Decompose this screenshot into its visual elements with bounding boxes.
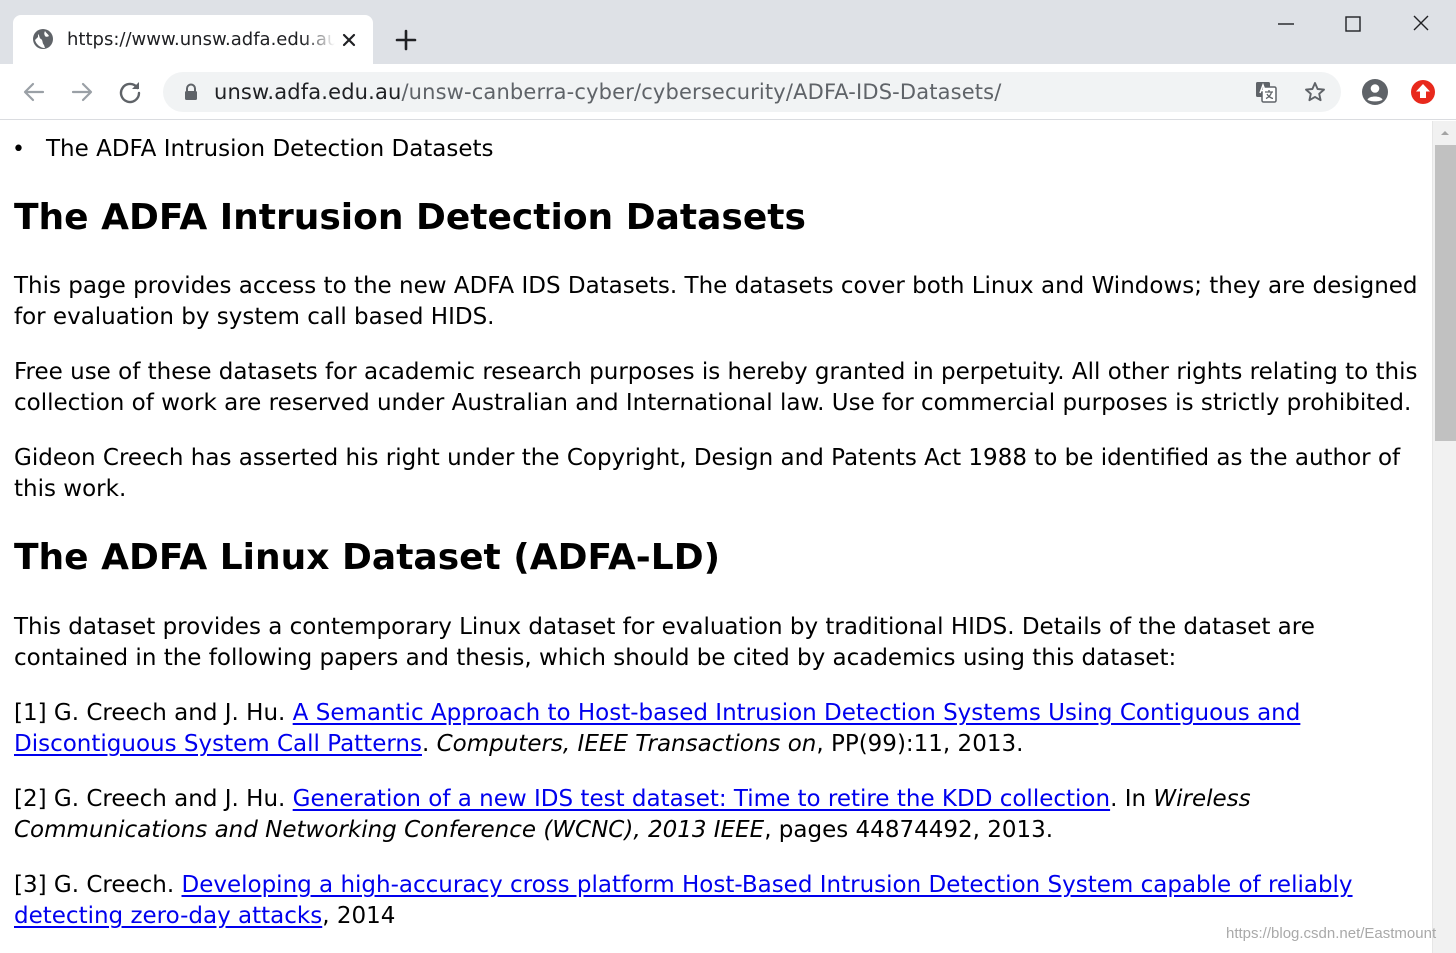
arrow-right-icon[interactable] bbox=[68, 78, 96, 106]
bullet-icon: • bbox=[12, 137, 25, 162]
vertical-scrollbar[interactable] bbox=[1432, 121, 1456, 953]
linux-intro-paragraph: This dataset provides a contemporary Lin… bbox=[14, 614, 1315, 671]
nav-list-item: • The ADFA Intrusion Detection Datasets bbox=[12, 135, 494, 164]
browser-tab[interactable]: https://www.unsw.adfa.edu.au/unsw-canber… bbox=[13, 15, 373, 64]
url-path: /unsw-canberra-cyber/cybersecurity/ADFA-… bbox=[401, 80, 1002, 104]
star-icon[interactable] bbox=[1303, 80, 1327, 104]
reference-2-link[interactable]: Generation of a new IDS test dataset: Ti… bbox=[293, 786, 1110, 812]
window-close-icon[interactable] bbox=[1405, 8, 1437, 40]
reference-prefix: [1] G. Creech and J. Hu. bbox=[14, 700, 293, 726]
reference-3-link[interactable]: Developing a high-accuracy cross platfor… bbox=[14, 872, 1353, 929]
page-title: The ADFA Intrusion Detection Datasets bbox=[14, 197, 806, 238]
reference-3: [3] G. Creech. Developing a high-accurac… bbox=[14, 870, 1424, 932]
account-circle-icon[interactable] bbox=[1360, 77, 1390, 107]
close-icon[interactable] bbox=[338, 29, 360, 51]
page-viewport: • The ADFA Intrusion Detection Datasets T… bbox=[0, 121, 1432, 953]
arrow-left-icon[interactable] bbox=[20, 78, 48, 106]
watermark: https://blog.csdn.net/Eastmount bbox=[1226, 925, 1437, 942]
tab-strip: https://www.unsw.adfa.edu.au/unsw-canber… bbox=[0, 0, 1456, 64]
scroll-up-icon[interactable] bbox=[1439, 127, 1451, 139]
reference-mid: . bbox=[421, 731, 437, 757]
tab-title: https://www.unsw.adfa.edu.au/unsw-canber… bbox=[67, 29, 335, 50]
address-bar[interactable]: unsw.adfa.edu.au/unsw-canberra-cyber/cyb… bbox=[163, 72, 1341, 112]
reference-prefix: [3] G. Creech. bbox=[14, 872, 182, 898]
license-paragraph: Free use of these datasets for academic … bbox=[14, 359, 1418, 416]
reference-suffix: , 2014 bbox=[322, 903, 396, 929]
new-tab-button[interactable] bbox=[393, 27, 419, 53]
intro-paragraph: This page provides access to the new ADF… bbox=[14, 273, 1418, 330]
reference-1: [1] G. Creech and J. Hu. A Semantic Appr… bbox=[14, 698, 1424, 760]
maximize-icon[interactable] bbox=[1337, 8, 1369, 40]
globe-icon bbox=[33, 29, 53, 49]
reference-venue: Computers, IEEE Transactions on bbox=[436, 731, 817, 757]
nav-item-label: The ADFA Intrusion Detection Datasets bbox=[46, 136, 494, 162]
scrollbar-thumb[interactable] bbox=[1435, 145, 1456, 441]
url-text[interactable]: unsw.adfa.edu.au/unsw-canberra-cyber/cyb… bbox=[214, 79, 1002, 105]
minimize-icon[interactable] bbox=[1270, 8, 1302, 40]
translate-icon[interactable] bbox=[1254, 80, 1278, 104]
reference-suffix: , pages 44874492, 2013. bbox=[764, 817, 1054, 843]
reference-mid: . In bbox=[1110, 786, 1154, 812]
browser-toolbar: unsw.adfa.edu.au/unsw-canberra-cyber/cyb… bbox=[0, 64, 1456, 120]
copyright-paragraph: Gideon Creech has asserted his right und… bbox=[14, 445, 1401, 502]
linux-dataset-heading: The ADFA Linux Dataset (ADFA-LD) bbox=[14, 537, 721, 578]
reload-icon[interactable] bbox=[116, 78, 144, 106]
lock-icon[interactable] bbox=[182, 83, 200, 101]
reference-prefix: [2] G. Creech and J. Hu. bbox=[14, 786, 293, 812]
reference-2: [2] G. Creech and J. Hu. Generation of a… bbox=[14, 784, 1424, 846]
url-host: unsw.adfa.edu.au bbox=[214, 80, 402, 104]
reference-suffix: , PP(99):11, 2013. bbox=[816, 731, 1024, 757]
upload-arrow-icon[interactable] bbox=[1408, 77, 1438, 107]
